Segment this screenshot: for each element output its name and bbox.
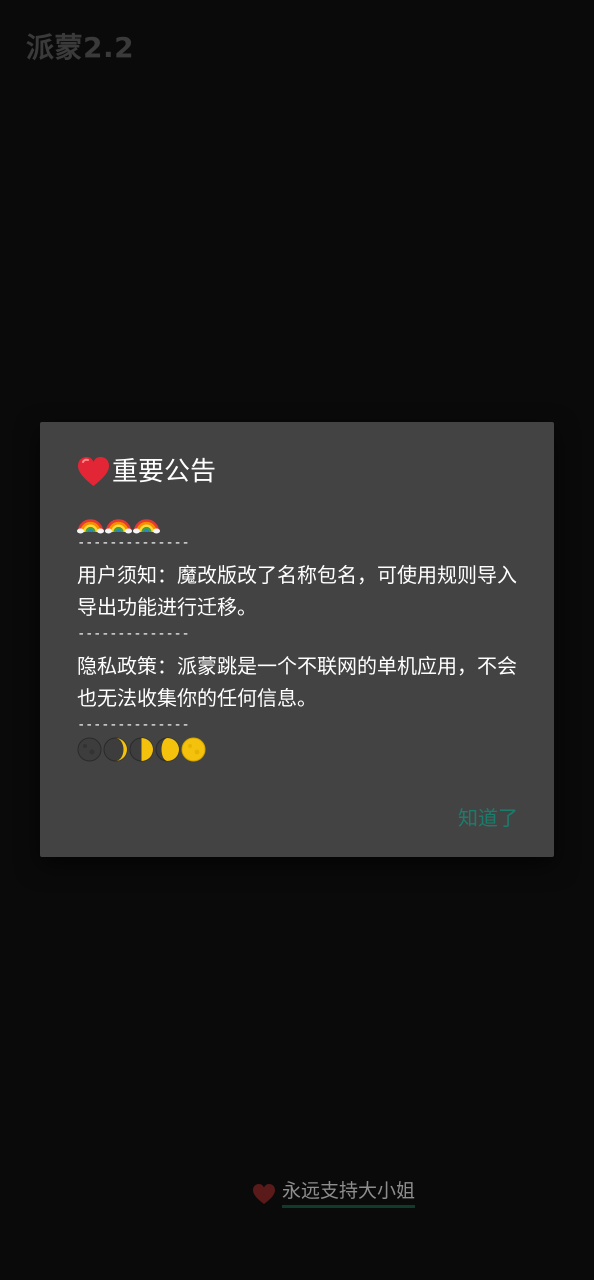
- divider: --------------: [77, 717, 190, 733]
- app-screen: 派蒙2.2 重要公告 -------------- 用户须知：魔改版改了名称包名…: [0, 0, 594, 1280]
- rainbow-icon: [105, 510, 132, 534]
- waxing-gibbous-moon-icon: [155, 737, 180, 762]
- new-moon-icon: [77, 737, 102, 762]
- heart-icon: [252, 1183, 276, 1205]
- rainbow-row: [77, 508, 522, 535]
- dialog-title: 重要公告: [77, 456, 216, 488]
- divider: --------------: [77, 535, 190, 551]
- privacy-policy-text: 隐私政策：派蒙跳是一个不联网的单机应用，不会也无法收集你的任何信息。: [77, 654, 517, 710]
- rainbow-icon: [133, 510, 160, 534]
- divider: --------------: [77, 626, 190, 642]
- full-moon-icon: [181, 737, 206, 762]
- moon-phase-row: [77, 735, 522, 763]
- dialog-body: -------------- 用户须知：魔改版改了名称包名，可使用规则导入导出功…: [77, 508, 522, 763]
- dialog-title-text: 重要公告: [112, 457, 217, 487]
- footer: 永远支持大小姐: [252, 1180, 416, 1208]
- footer-text[interactable]: 永远支持大小姐: [282, 1180, 416, 1208]
- rainbow-icon: [77, 510, 104, 534]
- heart-icon: [77, 456, 110, 488]
- user-notice-text: 用户须知：魔改版改了名称包名，可使用规则导入导出功能进行迁移。: [77, 563, 517, 619]
- confirm-button[interactable]: 知道了: [458, 802, 518, 831]
- waning-crescent-moon-icon: [103, 737, 128, 762]
- announcement-dialog: 重要公告 -------------- 用户须知：魔改版改了名称包名，可使用规则…: [40, 422, 554, 857]
- first-quarter-moon-icon: [129, 737, 154, 762]
- app-title: 派蒙2.2: [26, 31, 135, 64]
